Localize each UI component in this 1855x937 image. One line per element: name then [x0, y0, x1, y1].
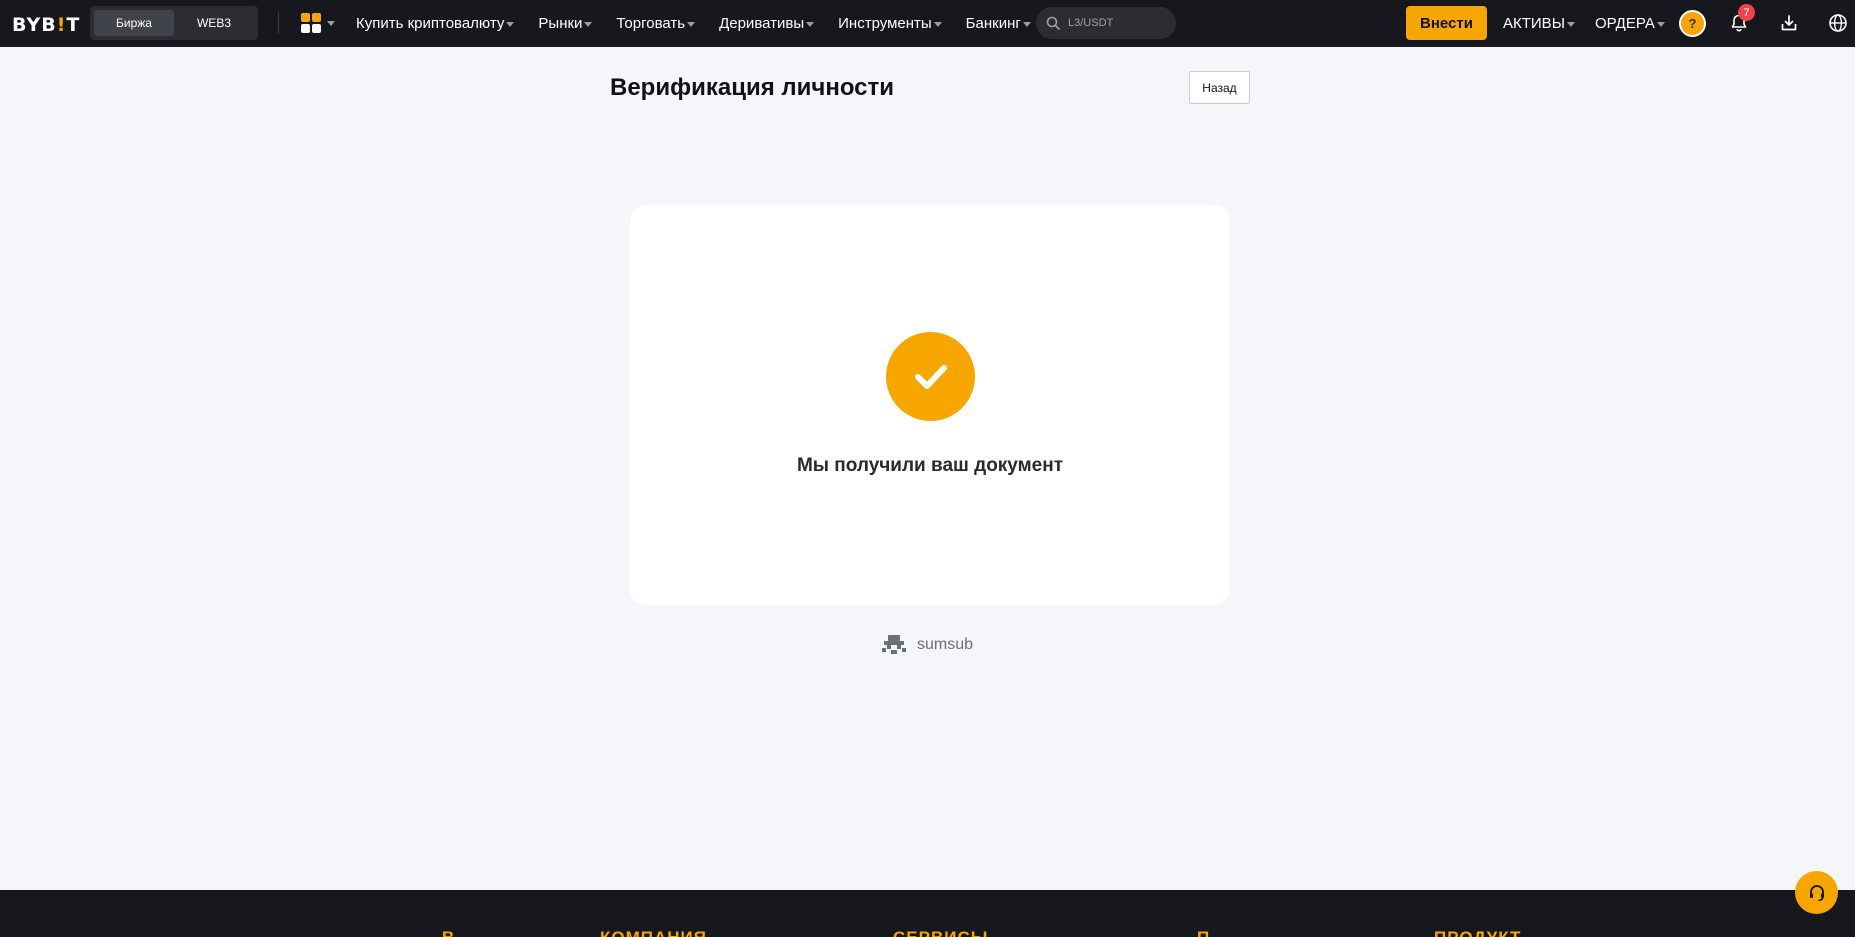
nav-tools[interactable]: Инструменты: [838, 15, 942, 32]
success-badge: [886, 332, 975, 421]
nav-banking[interactable]: Банкинг: [966, 15, 1031, 32]
exchange-web3-switch: Биржа WEB3: [90, 6, 258, 40]
segment-web3[interactable]: WEB3: [174, 10, 254, 36]
footer-heading-company: КОМПАНИЯ: [600, 928, 707, 937]
nav-derivatives[interactable]: Деривативы: [719, 15, 815, 32]
verification-status-card: Мы получили ваш документ: [630, 205, 1230, 605]
apps-grid-icon: [301, 13, 321, 33]
chevron-down-icon: [806, 21, 815, 27]
download-app-button[interactable]: [1777, 11, 1801, 35]
search-box[interactable]: [1036, 7, 1176, 39]
chevron-down-icon: [933, 21, 942, 27]
nav-divider: [278, 12, 279, 34]
nav-markets[interactable]: Рынки: [538, 15, 593, 32]
sumsub-wordmark: sumsub: [917, 636, 974, 653]
chevron-down-icon: [1656, 21, 1665, 27]
check-icon: [914, 364, 947, 389]
footer-heading: В: [442, 928, 455, 937]
headset-icon: [1809, 884, 1824, 901]
chevron-down-icon: [687, 21, 696, 27]
top-navigation: BYB!T Биржа WEB3 Купить криптовалюту Рын…: [0, 0, 1855, 47]
chevron-down-icon: [506, 21, 515, 27]
download-icon: [1781, 15, 1797, 31]
chevron-down-icon: [1022, 21, 1031, 27]
nav-trade[interactable]: Торговать: [616, 15, 696, 32]
language-button[interactable]: [1826, 11, 1850, 35]
footer-heading-services: СЕРВИСЫ: [893, 928, 988, 937]
globe-icon: [1829, 14, 1847, 32]
chevron-down-icon: [327, 20, 335, 26]
orders-menu[interactable]: ОРДЕРА: [1595, 15, 1665, 32]
status-message: Мы получили ваш документ: [796, 455, 1064, 476]
back-button[interactable]: Назад: [1189, 71, 1250, 104]
chevron-down-icon: [584, 21, 593, 27]
search-input[interactable]: [1066, 16, 1160, 30]
footer: В КОМПАНИЯ СЕРВИСЫ П ПРОДУКТ: [0, 890, 1855, 937]
powered-by-sumsub: sumsub: [879, 633, 973, 657]
footer-heading: П: [1197, 928, 1210, 937]
apps-menu-button[interactable]: [301, 13, 335, 33]
support-chat-button[interactable]: [1795, 871, 1838, 914]
bybit-logo[interactable]: BYB!T: [12, 14, 80, 36]
footer-heading-product: ПРОДУКТ: [1434, 928, 1521, 937]
main-nav: Купить криптовалюту Рынки Торговать Дери…: [356, 0, 1055, 47]
chevron-down-icon: [1566, 21, 1575, 27]
page-title: Верификация личности: [610, 74, 895, 101]
assets-menu[interactable]: АКТИВЫ: [1503, 15, 1575, 32]
search-icon: [1046, 16, 1060, 30]
sumsub-logo-icon: [882, 635, 906, 654]
nav-buy-crypto[interactable]: Купить криптовалюту: [356, 15, 515, 32]
notification-badge: 7: [1738, 4, 1755, 21]
avatar[interactable]: ?: [1679, 10, 1706, 37]
deposit-button[interactable]: Внести: [1406, 6, 1487, 40]
segment-exchange[interactable]: Биржа: [94, 10, 174, 36]
